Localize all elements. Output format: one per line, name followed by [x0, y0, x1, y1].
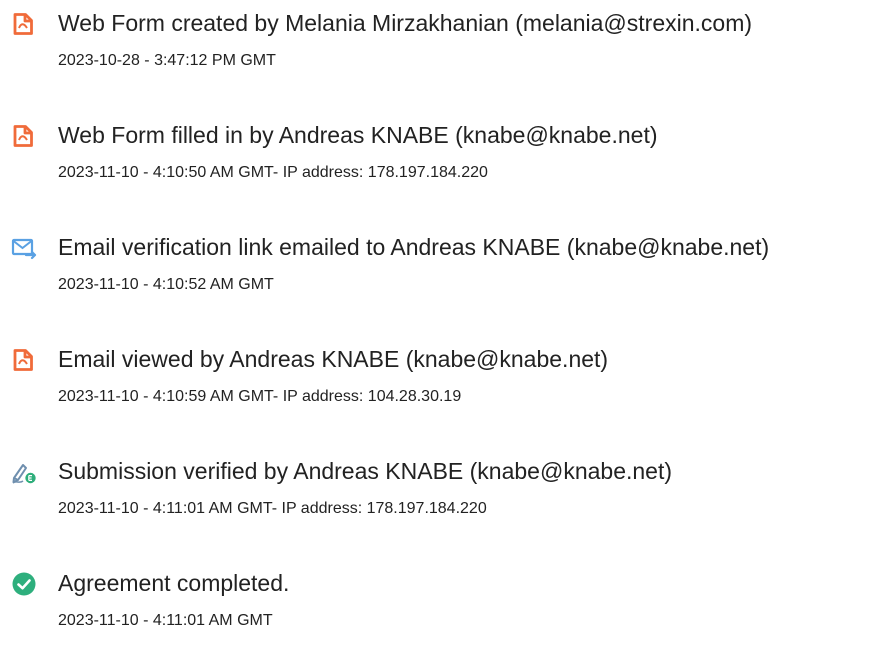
event-title: Web Form created by Melania Mirzakhanian…	[58, 10, 753, 36]
event-timestamp: 2023-11-10 - 4:10:50 AM GMT- IP address:…	[58, 164, 488, 181]
event-timestamp: 2023-11-10 - 4:11:01 AM GMT	[58, 612, 273, 629]
pdf-document-icon	[11, 347, 37, 373]
event-title: Web Form filled in by Andreas KNABE (kna…	[58, 122, 658, 148]
event-timestamp: 2023-10-28 - 3:47:12 PM GMT	[58, 52, 276, 69]
event-timestamp: 2023-11-10 - 4:10:52 AM GMT	[58, 276, 274, 293]
pdf-document-icon	[11, 123, 37, 149]
event-timestamp: 2023-11-10 - 4:10:59 AM GMT- IP address:…	[58, 388, 462, 405]
signature-verified-icon	[11, 459, 37, 485]
email-icon	[11, 235, 37, 261]
event-title: Submission verified by Andreas KNABE (kn…	[58, 458, 673, 484]
event-title: Email viewed by Andreas KNABE (knabe@kna…	[58, 346, 609, 372]
event-timestamp: 2023-11-10 - 4:11:01 AM GMT- IP address:…	[58, 500, 487, 517]
pdf-document-icon	[11, 11, 37, 37]
check-circle-icon	[11, 571, 37, 597]
event-title: Email verification link emailed to Andre…	[58, 234, 770, 260]
event-title: Agreement completed.	[58, 570, 290, 596]
